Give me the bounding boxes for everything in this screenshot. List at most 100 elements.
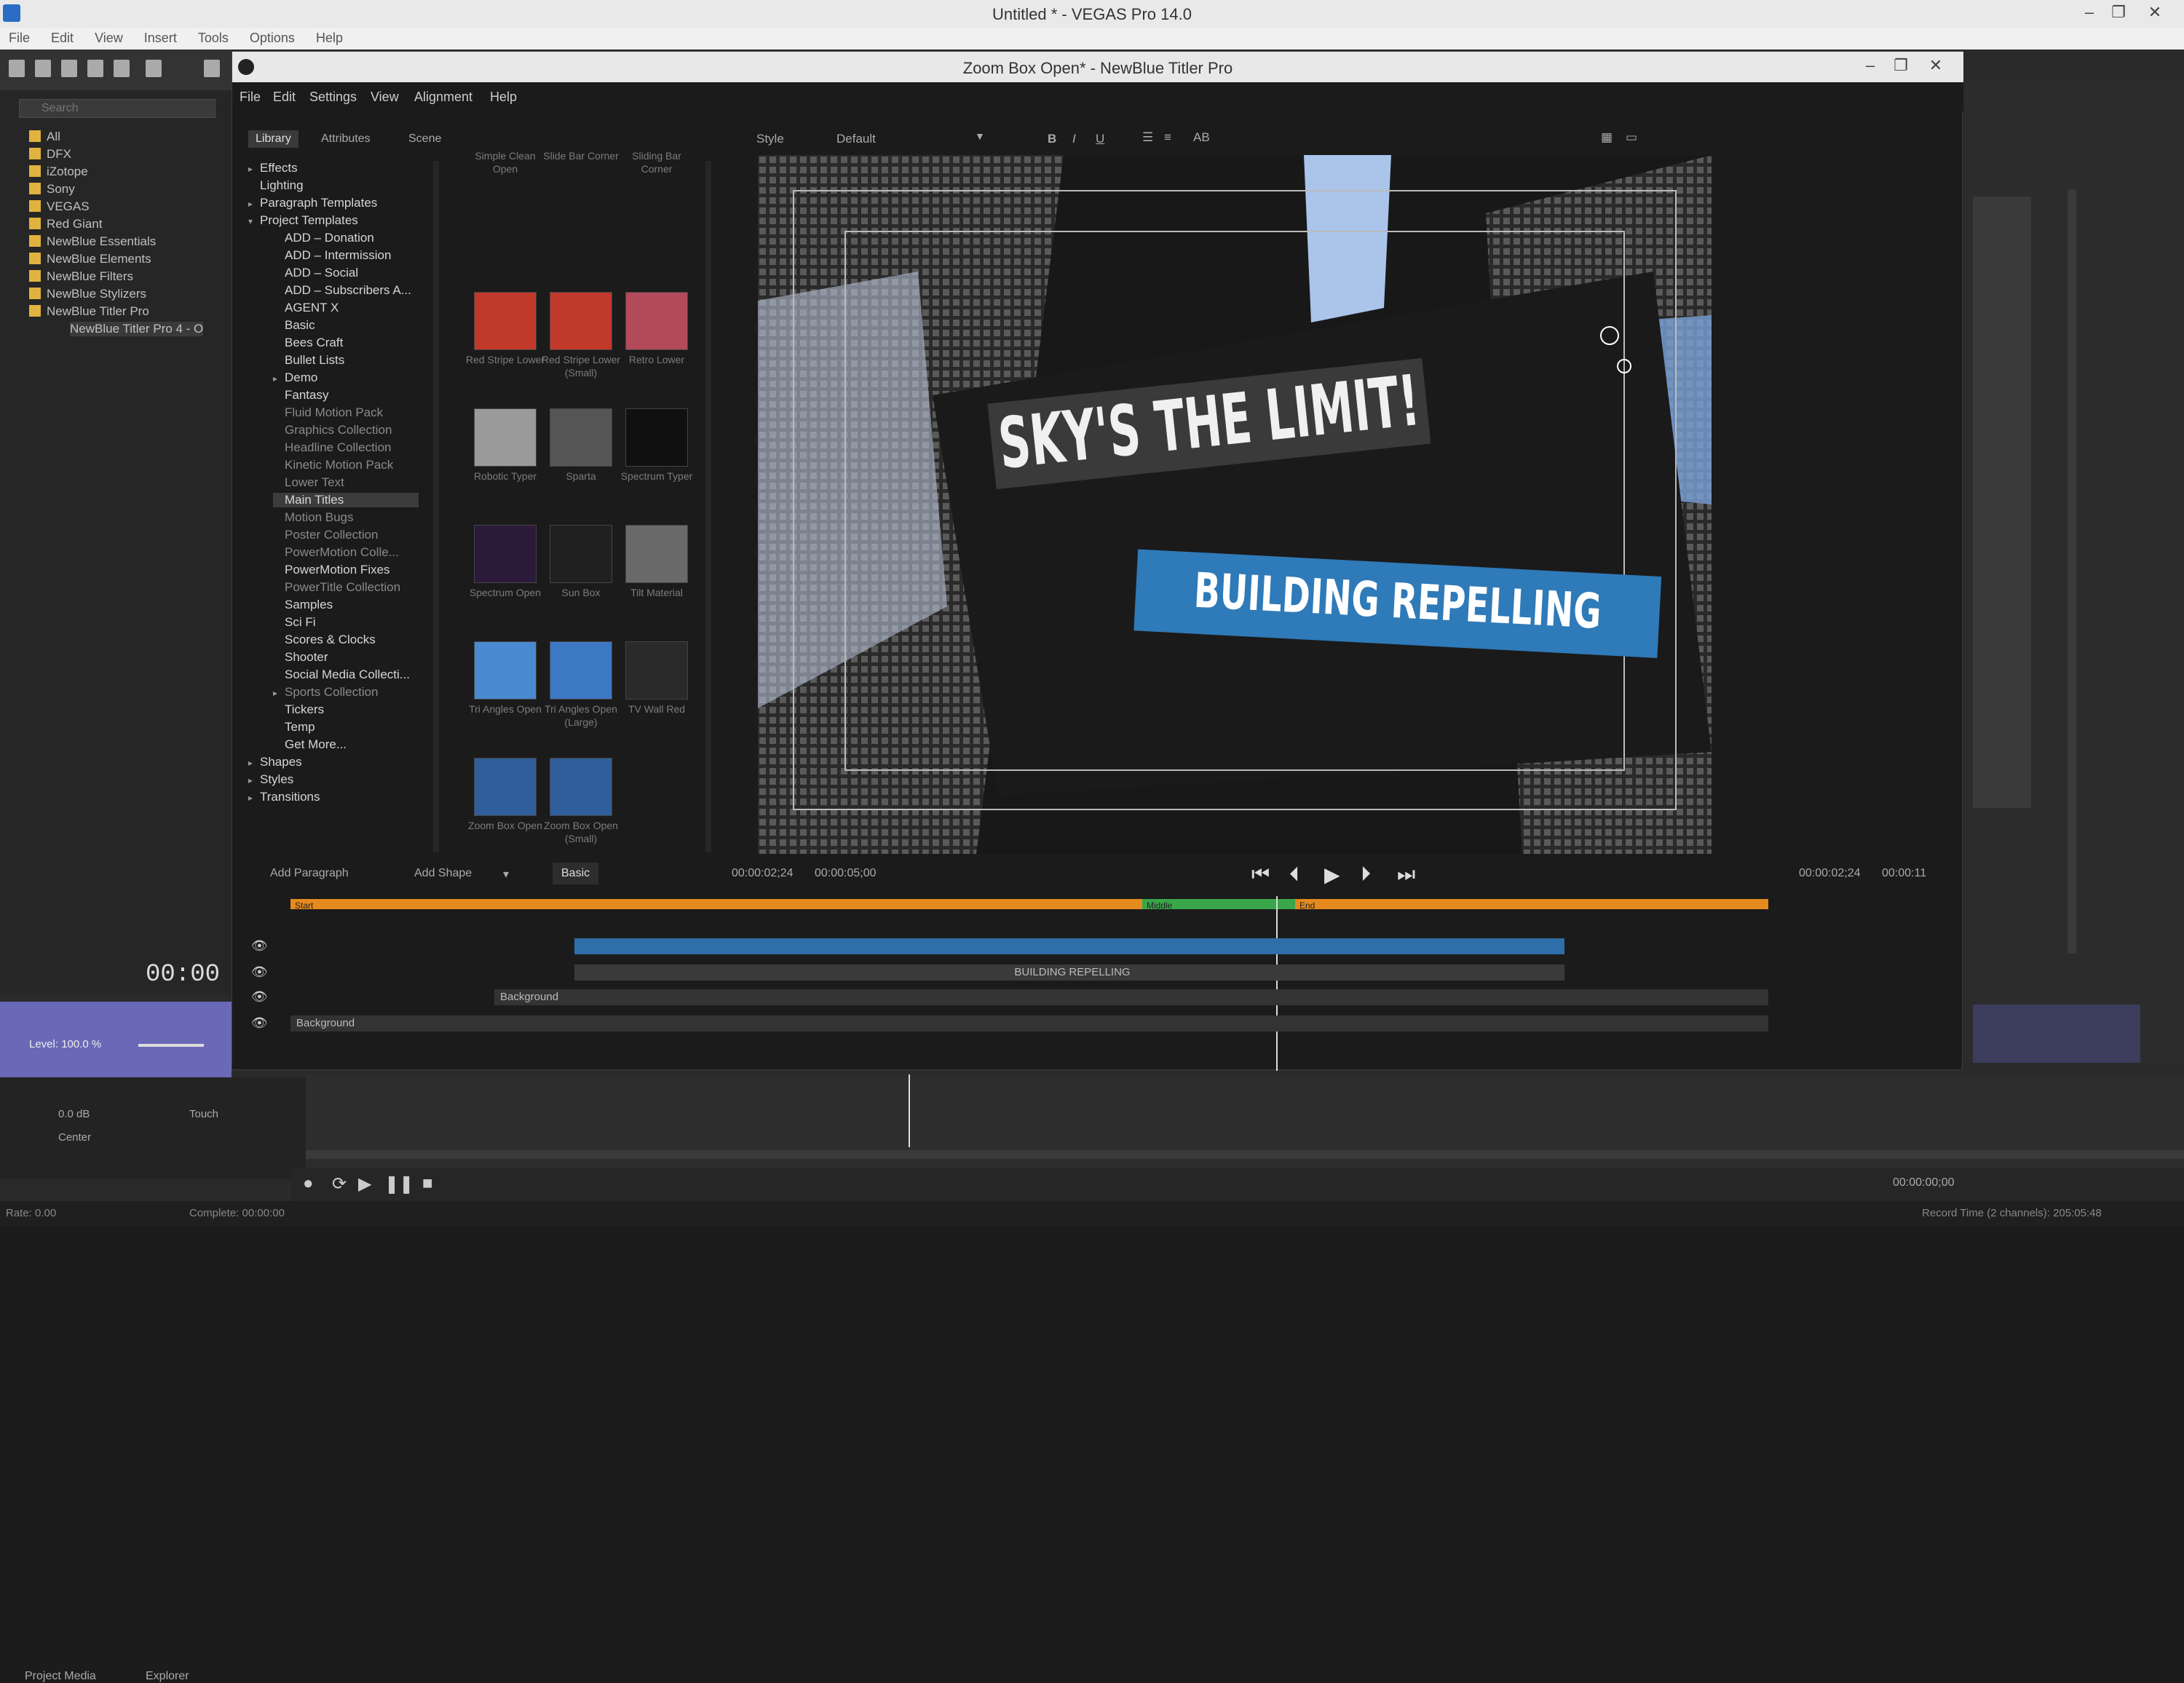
titler-minimize-icon[interactable]: – — [1856, 56, 1885, 75]
titler-menu-view[interactable]: View — [371, 90, 399, 105]
add-paragraph-button[interactable]: Add Paragraph — [270, 867, 349, 880]
template-thumbnail[interactable] — [474, 525, 537, 583]
timeline-track-background[interactable]: Background — [290, 1015, 1768, 1031]
library-item[interactable]: Tickers — [273, 702, 324, 717]
tree-item[interactable]: DFX — [29, 147, 71, 162]
italic-button[interactable]: I — [1072, 132, 1076, 146]
tree-item[interactable]: NewBlue Titler Pro — [29, 304, 149, 319]
grid-icon[interactable]: ▦ — [1601, 130, 1613, 145]
tree-item[interactable]: NewBlue Stylizers — [29, 287, 146, 301]
template-thumbnail[interactable] — [474, 758, 537, 816]
expand-arrow-icon[interactable]: ▸ — [248, 793, 260, 803]
library-item[interactable]: ADD – Social — [273, 266, 358, 280]
library-item[interactable]: Poster Collection — [273, 528, 379, 542]
start-segment[interactable]: Start — [290, 899, 1142, 911]
tree-item[interactable]: iZotope — [29, 165, 88, 179]
menu-help[interactable]: Help — [307, 28, 352, 49]
library-item[interactable]: Main Titles — [273, 493, 419, 507]
add-shape-button[interactable]: Add Shape — [414, 867, 472, 880]
expand-arrow-icon[interactable]: ▸ — [248, 758, 260, 768]
titler-menu-edit[interactable]: Edit — [273, 90, 296, 105]
kerning-icon[interactable]: AB — [1193, 130, 1210, 145]
style-dropdown[interactable]: Default — [836, 132, 953, 146]
open-icon[interactable] — [35, 60, 51, 77]
visibility-eye-icon[interactable]: 👁 — [251, 1015, 268, 1031]
expand-arrow-icon[interactable]: ▸ — [273, 688, 285, 698]
menu-file[interactable]: File — [0, 28, 39, 49]
thumbnail-scrollbar[interactable] — [705, 161, 711, 852]
video-track-header[interactable]: Level: 100.0 % — [0, 1002, 232, 1088]
align-left-icon[interactable]: ☰ — [1142, 130, 1153, 145]
template-thumbnail[interactable] — [474, 641, 537, 700]
library-item[interactable]: Bullet Lists — [273, 353, 344, 368]
template-thumbnail[interactable] — [625, 525, 688, 583]
pause-icon[interactable]: ❚❚ — [384, 1173, 414, 1195]
visibility-eye-icon[interactable]: 👁 — [251, 938, 268, 954]
align-center-icon[interactable]: ≡ — [1164, 130, 1171, 145]
stop-icon[interactable]: ■ — [422, 1173, 433, 1194]
vegas-playhead[interactable] — [909, 1074, 910, 1147]
vegas-timeline[interactable] — [306, 1074, 2184, 1168]
tree-item[interactable]: Sony — [29, 182, 75, 197]
titler-menu-settings[interactable]: Settings — [309, 90, 357, 105]
menu-insert[interactable]: Insert — [135, 28, 186, 49]
expand-arrow-icon[interactable]: ▾ — [248, 216, 260, 226]
bold-button[interactable]: B — [1048, 132, 1056, 146]
library-item[interactable]: Sci Fi — [273, 615, 316, 630]
library-item[interactable]: Lower Text — [273, 475, 344, 490]
library-item[interactable]: Fluid Motion Pack — [273, 405, 383, 420]
library-item[interactable]: Graphics Collection — [273, 423, 392, 437]
tree-item-selected[interactable]: NewBlue Titler Pro 4 - O — [70, 322, 204, 336]
titler-timeline[interactable]: Start Middle End 👁 👁 BUILDING REPELLING … — [232, 896, 1963, 1071]
library-item[interactable]: Temp — [273, 720, 315, 734]
titler-maximize-icon[interactable]: ❐ — [1886, 56, 1915, 75]
plugin-search-input[interactable] — [19, 99, 215, 118]
template-thumbnail[interactable] — [550, 292, 612, 350]
track-level-slider[interactable] — [138, 1044, 204, 1047]
titler-playhead[interactable] — [1276, 896, 1278, 1071]
tab-attributes[interactable]: Attributes — [314, 130, 378, 148]
tree-item[interactable]: All — [29, 130, 60, 144]
add-shape-dropdown-icon[interactable]: ▾ — [503, 867, 509, 882]
library-item[interactable]: ▾ Project Templates — [248, 213, 358, 228]
library-item[interactable]: AGENT X — [273, 301, 339, 315]
library-item[interactable]: Social Media Collecti... — [273, 668, 410, 682]
menu-options[interactable]: Options — [241, 28, 304, 49]
titler-play-icon[interactable]: ▶ — [1324, 863, 1340, 887]
middle-segment[interactable]: Middle — [1142, 899, 1295, 911]
library-item[interactable]: ADD – Intermission — [273, 248, 391, 263]
end-segment[interactable]: End — [1295, 899, 1768, 911]
library-item[interactable]: Bees Craft — [273, 336, 343, 350]
library-item[interactable]: ▸ Sports Collection — [273, 685, 379, 700]
menu-tools[interactable]: Tools — [189, 28, 237, 49]
minimize-icon[interactable]: – — [2075, 3, 2104, 22]
template-thumbnail[interactable] — [550, 525, 612, 583]
timeline-track-text[interactable]: BUILDING REPELLING — [574, 965, 1564, 981]
library-item[interactable]: ▸ Transitions — [248, 790, 320, 804]
help-icon[interactable] — [204, 60, 220, 77]
tree-item[interactable]: Red Giant — [29, 217, 103, 231]
tab-scene[interactable]: Scene — [401, 130, 448, 148]
mode-dropdown[interactable]: Basic — [553, 863, 599, 884]
library-item[interactable]: ▸ Shapes — [248, 755, 302, 769]
save-icon[interactable] — [61, 60, 77, 77]
vegas-timeline-scrollbar[interactable] — [306, 1150, 2184, 1159]
tree-item[interactable]: NewBlue Filters — [29, 269, 133, 284]
library-item[interactable]: Shooter — [273, 650, 328, 665]
skip-to-end-icon[interactable]: ⏭ — [1397, 863, 1415, 887]
skip-to-start-icon[interactable]: ⏮ — [1251, 863, 1270, 887]
library-item[interactable]: Basic — [273, 318, 315, 333]
expand-arrow-icon[interactable]: ▸ — [273, 373, 285, 384]
template-thumbnail[interactable] — [625, 641, 688, 700]
template-thumbnail[interactable] — [550, 641, 612, 700]
loop-icon[interactable]: ⟳ — [332, 1173, 347, 1195]
library-item[interactable]: Lighting — [248, 178, 304, 193]
maximize-icon[interactable]: ❐ — [2104, 3, 2133, 22]
menu-view[interactable]: View — [86, 28, 132, 49]
record-icon[interactable]: ● — [303, 1173, 314, 1194]
expand-arrow-icon[interactable]: ▸ — [248, 775, 260, 785]
tab-library[interactable]: Library — [248, 130, 298, 148]
library-item[interactable]: ▸ Demo — [273, 371, 317, 385]
close-icon[interactable]: ✕ — [2140, 3, 2169, 22]
new-project-icon[interactable] — [9, 60, 25, 77]
